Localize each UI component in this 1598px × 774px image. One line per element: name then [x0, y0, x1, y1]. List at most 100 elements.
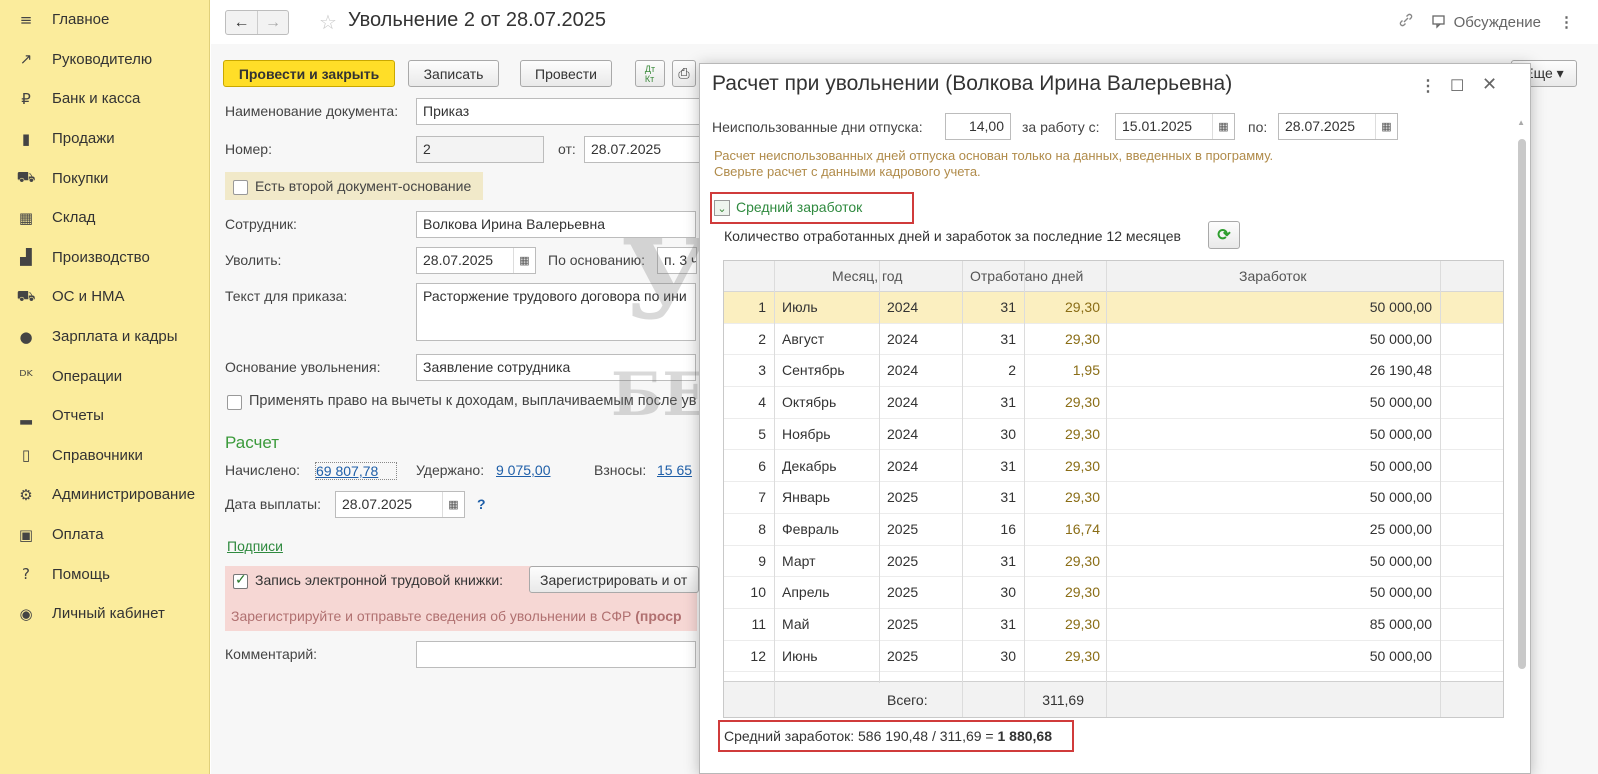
refresh-icon[interactable]: ⟳ [1208, 221, 1240, 249]
more-icon[interactable]: ⋮ [1420, 76, 1436, 96]
table-row[interactable]: 11 Май 2025 31 29,30 85 000,00 [724, 609, 1503, 641]
unused-days-field[interactable]: 14,00 [945, 113, 1011, 140]
calc-days-cell: 29,30 [1064, 330, 1100, 347]
year-cell: 2024 [887, 425, 919, 442]
sidebar-item-label: Банк и касса [52, 90, 141, 108]
withheld-link[interactable]: 9 075,00 [496, 462, 551, 478]
unused-days-label: Неиспользованные дни отпуска: [712, 119, 923, 135]
order-text-field[interactable]: Расторжение трудового договора по ини [416, 283, 696, 341]
sidebar-item[interactable]: ▂ Отчеты [0, 396, 209, 436]
basis-field[interactable]: п. 3 ч [657, 247, 697, 274]
table-row[interactable]: 6 Декабрь 2024 31 29,30 50 000,00 [724, 451, 1503, 483]
month-cell: Май [782, 616, 810, 632]
section-icon: ₽ [21, 89, 31, 108]
calc-days-cell: 29,30 [1064, 457, 1100, 474]
more-icon[interactable]: ⋮ [1559, 13, 1574, 31]
sidebar-item[interactable]: ◉ Личный кабинет [0, 594, 209, 634]
signatures-link[interactable]: Подписи [227, 538, 283, 554]
table-row[interactable]: 5 Ноябрь 2024 30 29,30 50 000,00 [724, 419, 1503, 451]
sidebar-item[interactable]: ▦ Склад [0, 198, 209, 238]
sidebar-item[interactable]: ↗ Руководителю [0, 40, 209, 80]
earnings-cell: 50 000,00 [1369, 584, 1432, 601]
from-date-field[interactable]: 28.07.2025 [584, 136, 704, 163]
accrued-link[interactable]: 69 807,78 [315, 462, 398, 480]
chat-icon [1431, 15, 1445, 29]
scroll-up-icon[interactable]: ▲ [1517, 118, 1525, 127]
month-cell: Апрель [782, 584, 830, 601]
reason-field[interactable]: Заявление сотрудника [416, 354, 696, 381]
number-field[interactable]: 2 [416, 136, 544, 163]
sidebar-item-label: Руководителю [52, 50, 153, 68]
comment-field[interactable] [416, 641, 696, 668]
sidebar-item[interactable]: ≡ Главное [0, 0, 209, 40]
table-row[interactable]: 8 Февраль 2025 16 16,74 25 000,00 [724, 514, 1503, 546]
row-number: 11 [751, 616, 766, 632]
earnings-cell: 50 000,00 [1369, 425, 1432, 442]
scrollbar[interactable] [1518, 139, 1526, 669]
days-cell: 31 [1000, 394, 1016, 411]
section-icon: ≡ [19, 10, 33, 29]
sidebar-item-label: Отчеты [52, 407, 104, 425]
table-row[interactable]: 9 Март 2025 31 29,30 50 000,00 [724, 546, 1503, 578]
col-days-header[interactable]: Отработано дней [970, 268, 1083, 284]
second-doc-checkbox[interactable] [233, 180, 248, 195]
post-and-close-button[interactable]: Провести и закрыть [223, 60, 395, 87]
calendar-icon[interactable]: ▦ [1375, 114, 1397, 139]
year-cell: 2025 [887, 616, 919, 632]
sidebar-item[interactable]: ⛟ Покупки [0, 158, 209, 198]
table-row[interactable]: 7 Январь 2025 31 29,30 50 000,00 [724, 482, 1503, 514]
dt-kt-icon[interactable]: Дт Кт [635, 60, 665, 87]
table-row[interactable]: 1 Июль 2024 31 29,30 50 000,00 [724, 292, 1503, 324]
maximize-icon[interactable]: ☐ [1450, 76, 1464, 96]
sidebar-item[interactable]: ⛟ ОС и НМА [0, 277, 209, 317]
etk-checkbox[interactable]: ✓ [233, 571, 248, 589]
link-icon[interactable] [1398, 12, 1414, 32]
register-button[interactable]: Зарегистрировать и от [529, 566, 699, 593]
calendar-icon[interactable]: ▦ [442, 492, 464, 517]
calendar-icon[interactable]: ▦ [513, 248, 535, 273]
sidebar-item[interactable]: ? Помощь [0, 554, 209, 594]
sidebar-item[interactable]: ᴰᴷ Операции [0, 356, 209, 396]
sidebar-item[interactable]: ● Зарплата и кадры [0, 317, 209, 357]
contrib-label: Взносы: [594, 462, 647, 478]
table-row[interactable]: 3 Сентябрь 2024 2 1,95 26 190,48 [724, 355, 1503, 388]
avg-earnings-section[interactable]: Средний заработок [736, 199, 862, 215]
deductions-checkbox[interactable] [227, 395, 242, 410]
employee-field[interactable]: Волкова Ирина Валерьевна [416, 211, 696, 238]
section-icon: ▮ [21, 129, 31, 148]
sidebar-item-label: Склад [52, 209, 96, 227]
section-icon: ? [22, 565, 30, 584]
days-cell: 30 [1000, 584, 1016, 601]
table-row[interactable]: 4 Октябрь 2024 31 29,30 50 000,00 [724, 387, 1503, 419]
back-arrow-icon[interactable]: ← [226, 11, 257, 34]
close-icon[interactable]: ✕ [1482, 74, 1497, 95]
col-month-header[interactable]: Месяц, год [832, 268, 902, 284]
earnings-cell: 50 000,00 [1369, 299, 1432, 315]
forward-arrow-icon[interactable]: → [257, 11, 288, 34]
star-icon[interactable]: ☆ [319, 10, 337, 35]
sidebar-item-label: Помощь [52, 565, 110, 583]
calendar-icon[interactable]: ▦ [1212, 114, 1234, 139]
sidebar-item[interactable]: ₽ Банк и касса [0, 79, 209, 119]
month-cell: Август [782, 330, 825, 347]
print-icon[interactable]: ⎙ [672, 60, 696, 87]
save-button[interactable]: Записать [408, 60, 499, 87]
sidebar-item[interactable]: ▯ Справочники [0, 436, 209, 476]
sidebar-item[interactable]: ▟ Производство [0, 238, 209, 278]
table-row[interactable]: 10 Апрель 2025 30 29,30 50 000,00 [724, 577, 1503, 609]
post-button[interactable]: Провести [520, 60, 612, 87]
calc-days-cell: 1,95 [1072, 362, 1100, 379]
sidebar-item[interactable]: ▮ Продажи [0, 119, 209, 159]
col-earnings-header[interactable]: Заработок [1239, 268, 1306, 284]
table-row[interactable]: 12 Июнь 2025 30 29,30 50 000,00 [724, 641, 1503, 673]
row-number: 1 [758, 299, 766, 315]
contrib-link[interactable]: 15 65 [657, 462, 692, 478]
sidebar-item[interactable]: ▣ Оплата [0, 515, 209, 555]
section-icon: ● [19, 327, 33, 346]
sidebar-item[interactable]: ⚙ Администрирование [0, 475, 209, 515]
table-row[interactable]: 2 Август 2024 31 29,30 50 000,00 [724, 324, 1503, 356]
discussion-button[interactable]: Обсуждение [1431, 14, 1541, 31]
collapse-icon[interactable]: ⌄ [714, 200, 730, 216]
doc-name-field[interactable]: Приказ [416, 98, 716, 125]
help-icon[interactable]: ? [477, 496, 486, 512]
